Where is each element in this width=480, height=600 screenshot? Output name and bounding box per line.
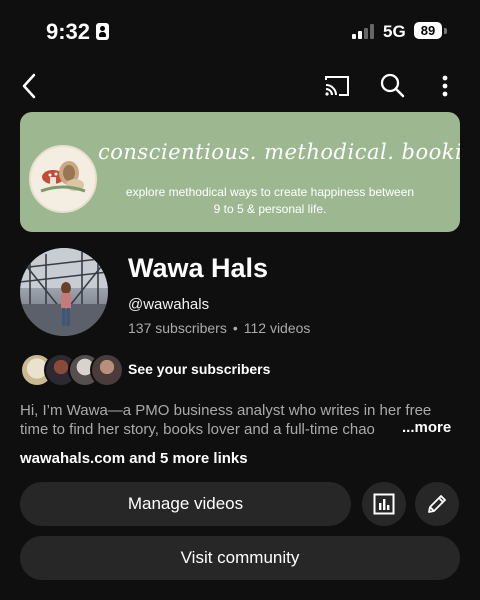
status-time: 9:32 [46, 19, 91, 44]
channel-description[interactable]: Hi, I’m Wawa—a PMO business analyst who … [20, 401, 460, 439]
stats-separator: • [232, 320, 238, 336]
more-vertical-icon [442, 75, 448, 97]
back-icon [22, 73, 36, 99]
see-subscribers-link[interactable]: See your subscribers [128, 361, 270, 377]
description-line: Hi, I’m Wawa—a PMO business analyst who … [20, 402, 432, 419]
channel-stats: 137 subscribers • 112 videos [128, 320, 310, 336]
banner-tagline: conscientious. methodical. bookish. [98, 140, 460, 164]
channel-handle: @wawahals [128, 296, 210, 313]
search-button[interactable] [376, 69, 408, 101]
video-count: 112 videos [243, 320, 311, 336]
banner-logo-image [29, 145, 97, 213]
description-more-link[interactable]: ...more [396, 419, 452, 436]
channel-links[interactable]: wawahals.com and 5 more links [20, 450, 248, 467]
manage-videos-button[interactable]: Manage videos [20, 482, 351, 526]
mushroom-illustration-icon [40, 161, 86, 193]
focus-person-icon [96, 23, 109, 40]
app-bar [0, 62, 480, 108]
banner-subtitle-line: 9 to 5 & personal life. [213, 202, 327, 216]
banner-subtitle: explore methodical ways to create happin… [100, 184, 440, 218]
channel-name: Wawa Hals [128, 253, 269, 283]
edit-pencil-icon [428, 495, 446, 513]
subscriber-avatars[interactable] [20, 353, 124, 387]
more-options-button[interactable] [428, 69, 462, 103]
visit-community-button[interactable]: Visit community [20, 536, 460, 580]
channel-avatar[interactable] [20, 248, 108, 336]
cellular-signal-icon [352, 24, 376, 39]
battery-tip [444, 28, 447, 34]
status-bar: 9:32 5G 89 [0, 0, 480, 62]
subscriber-count: 137 subscribers [128, 320, 227, 336]
analytics-icon [373, 493, 395, 515]
description-line: time to find her story, books lover and … [20, 421, 375, 438]
analytics-button[interactable] [362, 482, 406, 526]
avatar-photo [20, 248, 108, 336]
cast-button[interactable] [320, 70, 354, 102]
banner-subtitle-line: explore methodical ways to create happin… [125, 185, 415, 199]
back-button[interactable] [14, 70, 46, 102]
edit-channel-button[interactable] [415, 482, 459, 526]
channel-banner: conscientious. methodical. bookish. expl… [20, 112, 460, 232]
cast-icon [325, 76, 349, 96]
search-icon [380, 73, 405, 98]
subscriber-avatar [90, 353, 124, 387]
battery-icon: 89 [414, 22, 442, 39]
network-type: 5G [383, 22, 406, 41]
